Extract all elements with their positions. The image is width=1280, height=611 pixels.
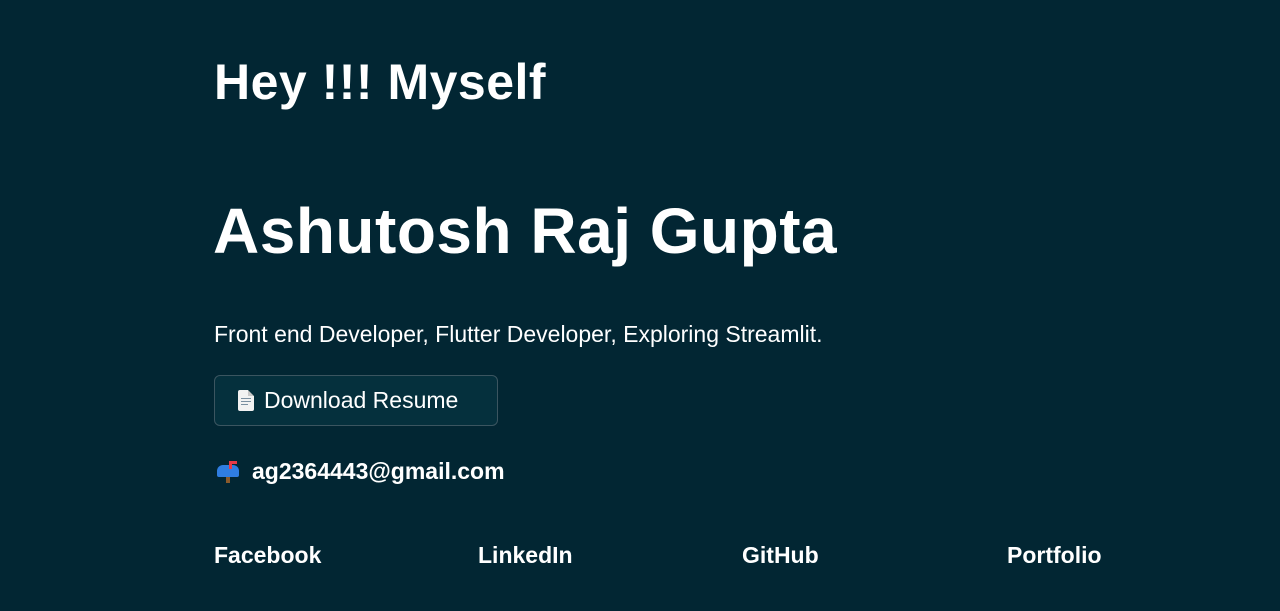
linkedin-link[interactable]: LinkedIn — [478, 540, 573, 570]
github-link[interactable]: GitHub — [742, 540, 819, 570]
profile-page: Hey !!! Myself Ashutosh Raj Gupta Front … — [0, 0, 1280, 611]
tagline: Front end Developer, Flutter Developer, … — [214, 321, 823, 347]
facebook-link[interactable]: Facebook — [214, 540, 321, 570]
greeting-heading: Hey !!! Myself — [214, 54, 547, 110]
download-resume-label: Download Resume — [264, 387, 459, 413]
email-row: ag2364443@gmail.com — [216, 456, 505, 486]
portfolio-link[interactable]: Portfolio — [1007, 540, 1102, 570]
document-icon — [238, 390, 254, 411]
email-link[interactable]: ag2364443@gmail.com — [252, 456, 505, 486]
name-heading: Ashutosh Raj Gupta — [213, 195, 838, 267]
download-resume-button[interactable]: Download Resume — [214, 375, 498, 426]
mailbox-icon — [216, 459, 240, 483]
